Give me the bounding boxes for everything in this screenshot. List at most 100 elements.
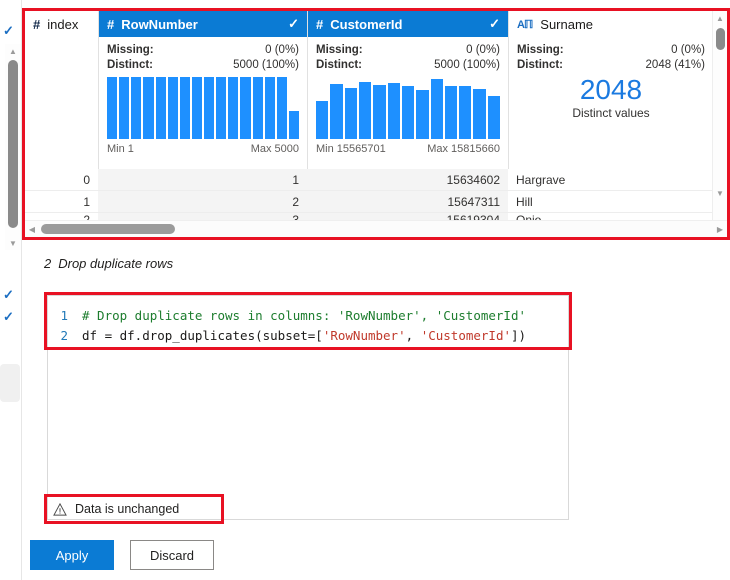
distinct-caption: Distinct values: [572, 106, 650, 120]
stat-distinct: Distinct: 5000 (100%): [316, 58, 500, 73]
distinct-values-summary: 2048 Distinct values: [509, 74, 713, 121]
left-divider: [21, 0, 22, 580]
column-header-customerid[interactable]: # CustomerId ✓: [308, 11, 508, 37]
cell-rownumber: 1: [98, 169, 307, 190]
code-line[interactable]: 1 # Drop duplicate rows in columns: 'RowN…: [48, 306, 568, 326]
cell-customerid: 15647311: [307, 191, 508, 212]
left-collapsed-panel[interactable]: [0, 364, 20, 402]
column-selected-check-icon[interactable]: ✓: [489, 16, 500, 32]
scroll-thumb[interactable]: [8, 60, 18, 228]
code-line[interactable]: 2 df = df.drop_duplicates(subset=['RowNum…: [48, 326, 568, 346]
data-preview-grid[interactable]: # index # RowNumber ✓ Missing: 0 (0%) Di…: [25, 11, 727, 237]
stat-label: Distinct:: [517, 59, 563, 71]
histogram-bar: [358, 81, 372, 139]
stat-missing: Missing: 0 (0%): [107, 43, 299, 58]
stat-value: 2048 (41%): [645, 59, 705, 71]
histogram-bar: [473, 88, 486, 139]
stat-distinct: Distinct: 2048 (41%): [517, 58, 705, 73]
column-name-label: CustomerId: [330, 16, 403, 32]
grid-rows: 0 1 15634602 Hargrave 1 2 15647311 Hill …: [25, 169, 713, 227]
code-text: df = df.drop_duplicates(subset=['RowNumb…: [82, 326, 526, 346]
column-header-index[interactable]: # index: [25, 11, 98, 37]
hash-icon: #: [316, 16, 324, 32]
axis-max-label: Max 15815660: [427, 143, 500, 155]
histogram-bar: [107, 77, 118, 139]
step-header: 2 Drop duplicate rows: [44, 256, 173, 271]
stat-label: Distinct:: [107, 59, 153, 71]
cell-surname: Hargrave: [516, 172, 566, 187]
code-token-comment: # Drop duplicate rows in columns: 'RowNu…: [82, 308, 527, 323]
scroll-down-arrow-icon[interactable]: ▼: [5, 236, 21, 250]
grid-horizontal-scrollbar[interactable]: ◀ ▶: [25, 220, 727, 237]
stat-value: 5000 (100%): [233, 59, 299, 71]
scroll-thumb[interactable]: [716, 28, 725, 50]
stat-label: Missing:: [517, 44, 564, 56]
histogram-bar: [155, 77, 166, 139]
histogram-bar: [143, 77, 154, 139]
histogram-customerid: [316, 77, 501, 139]
histogram-bar: [288, 111, 299, 139]
text-type-icon: Aℿ: [517, 18, 533, 31]
column-header-rownumber[interactable]: # RowNumber ✓: [99, 11, 307, 37]
code-token-str: 'CustomerId': [420, 328, 511, 343]
scroll-left-arrow-icon[interactable]: ◀: [25, 221, 39, 237]
histogram-bar: [444, 85, 458, 139]
code-text: # Drop duplicate rows in columns: 'RowNu…: [82, 306, 526, 326]
column-name-label: RowNumber: [121, 16, 198, 32]
left-checkmark-icon-mid: ✓: [3, 287, 14, 302]
line-number: 2: [60, 328, 68, 343]
cell-customerid: 15634602: [307, 169, 508, 190]
scroll-right-arrow-icon[interactable]: ▶: [713, 221, 727, 237]
histogram-bar: [179, 77, 190, 139]
hash-icon: #: [33, 16, 41, 32]
histogram-axis-labels: Min 1 Max 5000: [107, 143, 299, 155]
stat-value: 5000 (100%): [434, 59, 500, 71]
column-index[interactable]: # index: [25, 11, 98, 169]
table-row[interactable]: 0 1 15634602 Hargrave: [25, 169, 713, 191]
cell-index: 1: [83, 194, 90, 209]
step-number: 2: [44, 256, 52, 271]
histogram-bar: [344, 87, 357, 139]
code-editor[interactable]: 1 # Drop duplicate rows in columns: 'RowN…: [47, 295, 569, 520]
table-row[interactable]: 1 2 15647311 Hill: [25, 191, 713, 213]
distinct-count: 2048: [579, 74, 643, 105]
apply-button[interactable]: Apply: [30, 540, 114, 570]
histogram-bar: [487, 96, 501, 139]
left-panel-scrollbar[interactable]: ▲ ▼: [5, 44, 21, 250]
discard-button[interactable]: Discard: [130, 540, 214, 570]
axis-min-label: Min 15565701: [316, 143, 386, 155]
scroll-down-arrow-icon[interactable]: ▼: [713, 187, 727, 200]
grid-vertical-scrollbar[interactable]: ▲ ▼: [712, 11, 727, 221]
column-rownumber[interactable]: # RowNumber ✓ Missing: 0 (0%) Distinct: …: [99, 11, 307, 169]
stat-missing: Missing: 0 (0%): [517, 43, 705, 58]
histogram-bar: [240, 77, 251, 139]
axis-min-label: Min 1: [107, 143, 134, 155]
column-header-surname[interactable]: Aℿ Surname: [509, 11, 713, 37]
stat-missing: Missing: 0 (0%): [316, 43, 500, 58]
histogram-bar: [430, 78, 443, 139]
scroll-up-arrow-icon[interactable]: ▲: [713, 12, 727, 25]
histogram-bar: [119, 77, 130, 139]
column-selected-check-icon[interactable]: ✓: [288, 16, 299, 32]
column-stats: Missing: 0 (0%) Distinct: 5000 (100%): [308, 37, 508, 73]
scroll-thumb[interactable]: [41, 224, 175, 234]
histogram-bar: [167, 77, 178, 139]
column-stats: Missing: 0 (0%) Distinct: 5000 (100%): [99, 37, 307, 73]
step-title: Drop duplicate rows: [58, 256, 174, 271]
column-surname[interactable]: Aℿ Surname Missing: 0 (0%) Distinct: 204…: [509, 11, 713, 169]
column-headers: # index # RowNumber ✓ Missing: 0 (0%) Di…: [25, 11, 713, 169]
status-text: Data is unchanged: [75, 502, 180, 516]
histogram-bar: [252, 77, 263, 139]
cell-index: 0: [83, 172, 90, 187]
column-name-label: index: [47, 16, 79, 32]
column-customerid[interactable]: # CustomerId ✓ Missing: 0 (0%) Distinct:…: [308, 11, 508, 169]
column-stats: Missing: 0 (0%) Distinct: 2048 (41%): [509, 37, 713, 73]
left-checkmark-icon-low: ✓: [3, 309, 14, 324]
histogram-bar: [264, 77, 275, 139]
action-buttons: Apply Discard: [30, 540, 214, 570]
stat-label: Distinct:: [316, 59, 362, 71]
stat-label: Missing:: [316, 44, 363, 56]
scroll-up-arrow-icon[interactable]: ▲: [5, 44, 21, 58]
histogram-bar: [416, 90, 429, 139]
code-content[interactable]: 1 # Drop duplicate rows in columns: 'RowN…: [48, 306, 568, 346]
